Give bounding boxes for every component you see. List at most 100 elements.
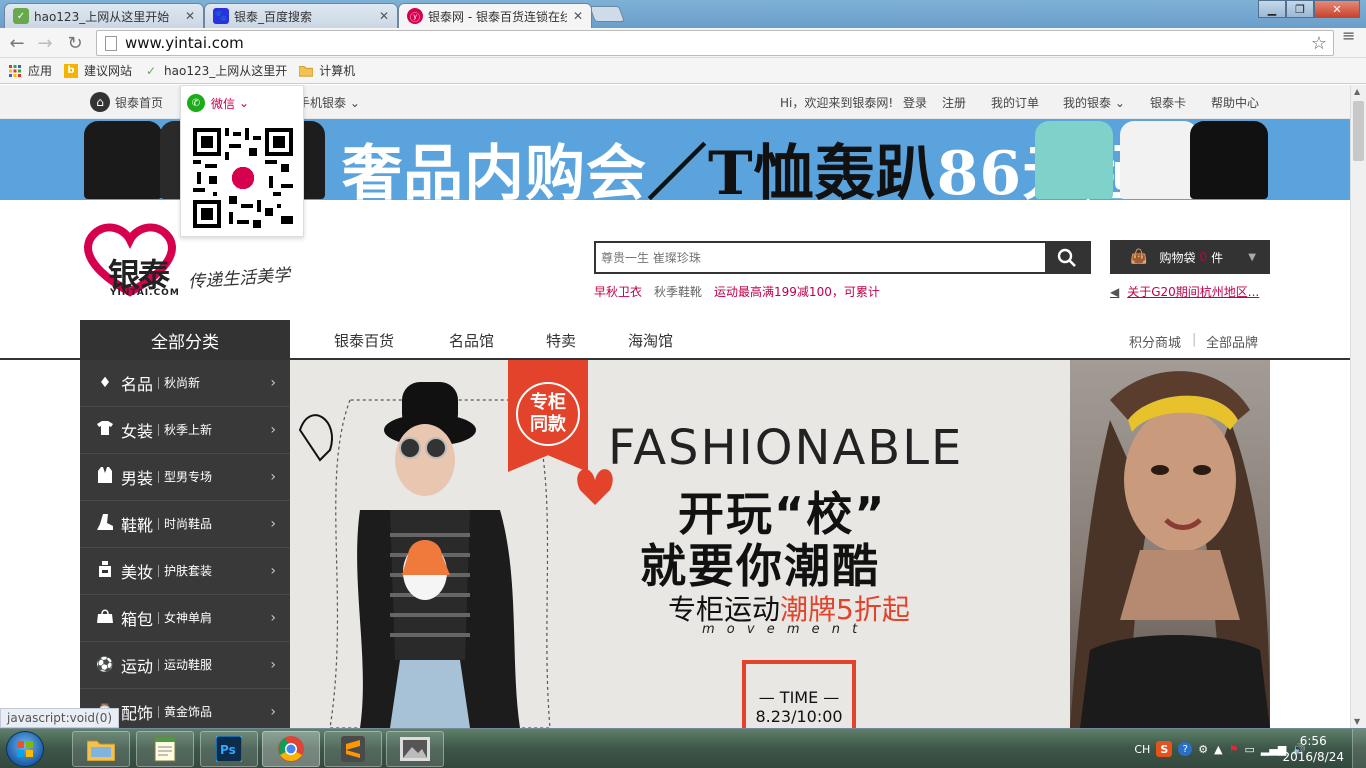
category-name: 箱包: [121, 610, 154, 629]
forward-icon[interactable]: →: [34, 32, 56, 54]
sublime-icon: [341, 736, 365, 762]
close-window-icon[interactable]: ✕: [1314, 0, 1360, 18]
tab-hao123[interactable]: ✓ hao123_上网从这里开始 ✕: [4, 3, 204, 28]
badge-line1: 专柜: [530, 392, 566, 413]
search-icon: [1057, 248, 1076, 267]
page-icon: [105, 35, 117, 51]
side-promo-image[interactable]: [1070, 360, 1270, 728]
category-item-sports[interactable]: ⚽ 运动 运动鞋服 ›: [80, 642, 290, 689]
hotword-link[interactable]: 早秋卫衣: [594, 283, 642, 300]
taskbar-notepad[interactable]: [136, 731, 194, 767]
taskbar-image-viewer[interactable]: [386, 731, 444, 767]
page-scrollbar[interactable]: ▲ ▼: [1350, 85, 1366, 728]
hotword-link[interactable]: 秋季鞋靴: [654, 283, 702, 300]
minimize-icon[interactable]: ▁: [1258, 0, 1286, 18]
bookmark-hao123[interactable]: ✓ hao123_上网从这里开: [144, 62, 287, 79]
category-item-luxury[interactable]: ♦ 名品 秋尚新 ›: [80, 360, 290, 407]
chrome-menu-icon[interactable]: ≡: [1342, 28, 1358, 44]
shopping-cart-button[interactable]: 👜 购物袋 0 件 ▼: [1110, 240, 1270, 274]
tshirt-image: [84, 121, 162, 199]
chevron-right-icon: ›: [270, 516, 276, 532]
all-categories-button[interactable]: 全部分类: [80, 320, 290, 360]
time-label: — TIME —: [758, 688, 840, 707]
apps-grid-icon: [8, 64, 22, 78]
model-portrait-illustration: [1070, 371, 1270, 728]
notice-link[interactable]: ◀ 关于G20期间杭州地区...: [1110, 283, 1259, 300]
my-yintai-link[interactable]: 我的银泰 ⌄: [1063, 94, 1125, 111]
card-link[interactable]: 银泰卡: [1150, 94, 1186, 111]
category-item-shoes[interactable]: 鞋靴 时尚鞋品 ›: [80, 501, 290, 548]
url-text: www.yintai.com: [125, 34, 244, 52]
nav-link-department-store[interactable]: 银泰百货: [334, 330, 394, 351]
hot-search-words: 早秋卫衣 秋季鞋靴 运动最高满199减100，可累计: [594, 283, 880, 300]
bookmark-apps[interactable]: 应用: [8, 62, 52, 79]
nav-link-flash-sale[interactable]: 特卖: [546, 330, 576, 351]
chrome-icon: [278, 736, 304, 762]
taskbar-photoshop[interactable]: Ps: [200, 731, 258, 767]
bookmark-label: 应用: [28, 64, 53, 78]
taskbar-clock[interactable]: 6:56 2016/8/24: [1282, 733, 1344, 765]
new-tab-button[interactable]: [589, 6, 625, 22]
wechat-qr-popup[interactable]: ✆ 微信 ⌄: [180, 85, 304, 237]
tray-expand-icon[interactable]: ▲: [1214, 743, 1222, 756]
bookmark-computer[interactable]: 计算机: [299, 62, 355, 79]
help-icon[interactable]: ?: [1178, 742, 1193, 756]
flag-icon[interactable]: ⚑: [1229, 743, 1239, 756]
show-desktop-button[interactable]: [1352, 729, 1366, 768]
taskbar-sublime[interactable]: [324, 731, 382, 767]
hao123-icon: ✓: [146, 63, 157, 78]
nav-link-points-mall[interactable]: 积分商城: [1129, 332, 1181, 351]
scrollbar-thumb[interactable]: [1353, 101, 1364, 161]
category-item-women[interactable]: 女装 秋季上新 ›: [80, 407, 290, 454]
category-item-men[interactable]: 男装 型男专场 ›: [80, 454, 290, 501]
usb-icon[interactable]: ▭: [1245, 743, 1255, 756]
bookmark-label: 计算机: [319, 64, 356, 78]
orders-link[interactable]: 我的订单: [991, 94, 1039, 111]
hero-carousel[interactable]: 专柜 同款 FASHIONABLE 开玩“校” 就要你潮酷 专柜运动潮牌5折起 …: [290, 360, 1070, 728]
scroll-up-icon[interactable]: ▲: [1354, 87, 1360, 96]
badge-circle: 专柜 同款: [516, 382, 580, 446]
language-indicator[interactable]: CH: [1134, 743, 1150, 756]
register-link[interactable]: 注册: [942, 94, 966, 111]
search-button[interactable]: [1045, 243, 1089, 272]
maximize-icon[interactable]: ❐: [1286, 0, 1314, 18]
search-box: [594, 241, 1091, 274]
help-link[interactable]: 帮助中心: [1211, 94, 1259, 111]
chevron-down-icon: ⌄: [349, 96, 360, 110]
nav-link-overseas[interactable]: 海淘馆: [628, 330, 673, 351]
suit-icon: [96, 467, 114, 487]
hero-headline-en: FASHIONABLE: [608, 420, 964, 476]
bookmark-suggested[interactable]: b 建议网站: [64, 62, 132, 79]
tab-baidu[interactable]: 🐾 银泰_百度搜索 ✕: [204, 3, 398, 28]
main-nav: 全部分类 银泰百货 名品馆 特卖 海淘馆 积分商城 | 全部品牌: [0, 320, 1350, 360]
reload-icon[interactable]: ↻: [64, 32, 86, 54]
scroll-down-icon[interactable]: ▼: [1354, 717, 1360, 726]
taskbar-chrome[interactable]: [262, 731, 320, 767]
tab-close-icon[interactable]: ✕: [573, 9, 583, 23]
tab-close-icon[interactable]: ✕: [185, 9, 195, 23]
nav-link-luxury[interactable]: 名品馆: [449, 330, 494, 351]
cosmetics-icon: [96, 561, 114, 581]
category-item-beauty[interactable]: 美妆 护肤套装 ›: [80, 548, 290, 595]
back-icon[interactable]: ←: [6, 32, 28, 54]
bookmark-star-icon[interactable]: ☆: [1311, 33, 1327, 54]
tab-yintai[interactable]: ⓨ 银泰网 - 银泰百货连锁在线 ✕: [398, 3, 592, 28]
category-sub: 黄金饰品: [158, 706, 212, 718]
banner-headline: 奢品内购会／T恤轰趴86元起: [342, 125, 1144, 200]
search-input[interactable]: [596, 243, 1045, 272]
settings-icon[interactable]: ⚙: [1198, 743, 1208, 756]
hotword-link[interactable]: 运动最高满199减100，可累计: [714, 283, 880, 300]
tab-close-icon[interactable]: ✕: [379, 9, 389, 23]
start-button[interactable]: [6, 731, 44, 767]
sogou-input-icon[interactable]: S: [1156, 741, 1173, 757]
tshirt-image: [1035, 121, 1113, 199]
category-item-bags[interactable]: 箱包 女神单肩 ›: [80, 595, 290, 642]
category-sub: 秋季上新: [158, 424, 212, 436]
address-bar[interactable]: www.yintai.com ☆: [96, 30, 1334, 56]
category-name: 女装: [121, 422, 154, 441]
nav-link-all-brands[interactable]: 全部品牌: [1206, 332, 1258, 351]
mobile-link[interactable]: 手机银泰 ⌄: [298, 94, 360, 111]
login-link[interactable]: 登录: [903, 94, 927, 111]
taskbar-explorer[interactable]: [72, 731, 130, 767]
home-link[interactable]: ⌂ 银泰首页: [90, 92, 163, 112]
